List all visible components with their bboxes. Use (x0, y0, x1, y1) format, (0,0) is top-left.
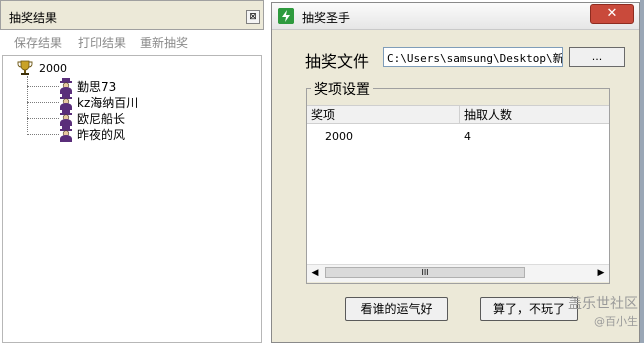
lottery-window: 抽奖圣手 ✕ 抽奖文件 C:\Users\samsung\Desktop\新建 … (271, 2, 640, 343)
tree-branch (27, 118, 59, 119)
tree-branch (27, 102, 59, 103)
person-icon (60, 126, 72, 142)
close-icon[interactable]: ⊠ (246, 10, 260, 24)
watermark-brand: 盖乐世社区 (568, 296, 638, 312)
window-title: 抽奖圣手 (302, 11, 351, 25)
scroll-right-icon[interactable]: ▶ (593, 265, 609, 281)
tree-item[interactable]: 欧尼船长 (27, 110, 227, 126)
prize-settings-group: 奖项设置 奖项 抽取人数 2000 4 ◀ III ▶ (306, 79, 610, 284)
tree-branch (27, 134, 59, 135)
person-icon (60, 94, 72, 110)
tree-item-label: 勤思73 (77, 80, 117, 94)
desktop-edge (640, 0, 644, 343)
tree-branch (27, 86, 59, 87)
cell-prize[interactable]: 2000 (325, 130, 353, 143)
horizontal-scrollbar[interactable]: ◀ III ▶ (307, 264, 609, 282)
file-path-field[interactable]: C:\Users\samsung\Desktop\新建 (383, 47, 563, 67)
app-icon (278, 8, 294, 24)
result-panel: 抽奖结果 ⊠ 保存结果 打印结果 重新抽奖 2000 勤思73 kz海纳百川 欧… (0, 0, 266, 343)
result-panel-title: 抽奖结果 (9, 11, 58, 25)
draw-button[interactable]: 看谁的运气好 (345, 297, 448, 321)
tree-item[interactable]: kz海纳百川 (27, 94, 227, 110)
save-result-button[interactable]: 保存结果 (14, 34, 62, 51)
column-header-count[interactable]: 抽取人数 (460, 106, 609, 124)
redraw-button[interactable]: 重新抽奖 (140, 34, 188, 51)
print-result-button[interactable]: 打印结果 (78, 34, 126, 51)
tree-root-label: 2000 (39, 62, 67, 75)
tree-item[interactable]: 勤思73 (27, 78, 227, 94)
file-label: 抽奖文件 (305, 52, 370, 71)
scroll-left-icon[interactable]: ◀ (307, 265, 323, 281)
person-icon (60, 78, 72, 94)
tree-item[interactable]: 昨夜的风 (27, 126, 227, 142)
close-icon[interactable]: ✕ (590, 4, 634, 24)
result-panel-titlebar: 抽奖结果 ⊠ (0, 0, 264, 30)
column-header-prize[interactable]: 奖项 (307, 106, 460, 124)
quit-button[interactable]: 算了，不玩了 (480, 297, 578, 321)
window-titlebar: 抽奖圣手 ✕ (272, 3, 639, 30)
watermark-author: @百小生 (594, 315, 638, 328)
result-tree: 2000 勤思73 kz海纳百川 欧尼船长 昨夜的风 (2, 55, 262, 343)
trophy-icon (17, 60, 33, 75)
prize-table[interactable]: 奖项 抽取人数 2000 4 ◀ III ▶ (307, 105, 609, 282)
prize-settings-label: 奖项设置 (311, 79, 373, 99)
tree-item-label: 昨夜的风 (77, 128, 126, 142)
tree-item-label: kz海纳百川 (77, 96, 139, 110)
person-icon (60, 110, 72, 126)
watermark: 盖乐世社区 @百小生 (568, 295, 638, 331)
tree-item-label: 欧尼船长 (77, 112, 126, 126)
cell-count[interactable]: 4 (464, 130, 471, 143)
result-toolbar: 保存结果 打印结果 重新抽奖 (2, 32, 262, 52)
scrollbar-thumb[interactable]: III (325, 267, 525, 278)
browse-button[interactable]: ... (569, 47, 625, 67)
